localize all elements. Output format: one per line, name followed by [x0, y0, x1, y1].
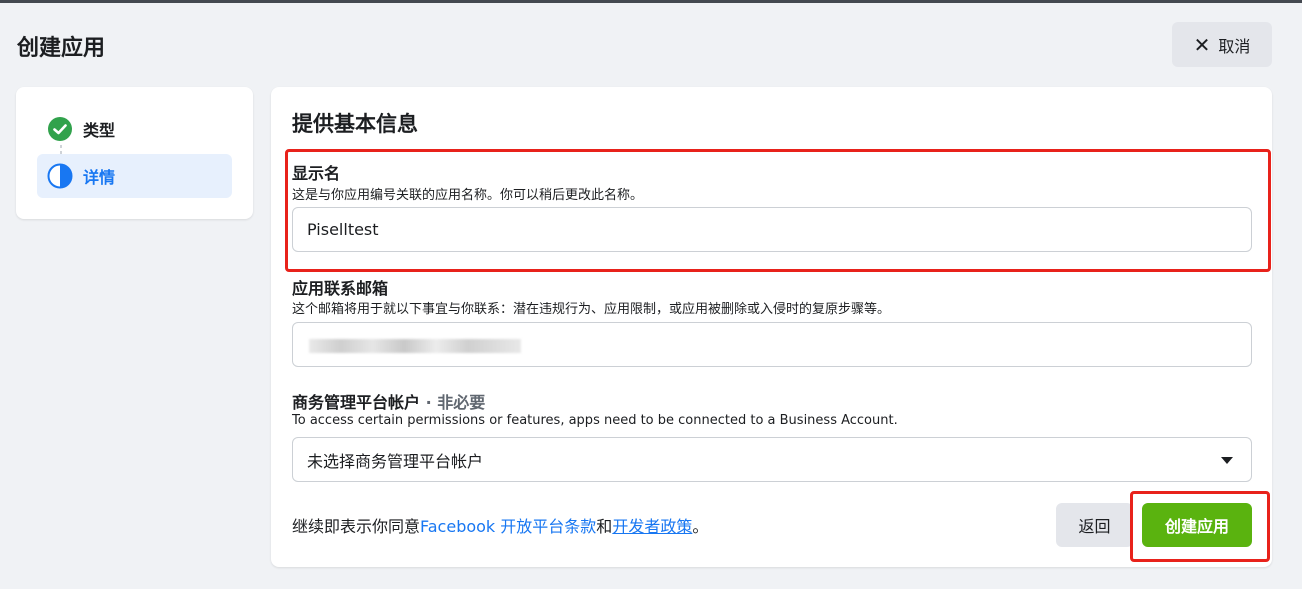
cancel-button[interactable]: ✕ 取消: [1172, 22, 1272, 67]
business-account-select[interactable]: 未选择商务管理平台帐户: [292, 437, 1252, 482]
steps-panel: 类型 详情: [16, 87, 253, 219]
page-title: 创建应用: [17, 36, 106, 61]
half-circle-icon: [47, 163, 73, 189]
close-icon: ✕: [1193, 32, 1211, 57]
redacted-email: [309, 339, 521, 353]
step-label: 类型: [83, 121, 116, 140]
create-app-button[interactable]: 创建应用: [1142, 503, 1252, 547]
details-form-card: 提供基本信息 显示名 这是与你应用编号关联的应用名称。你可以稍后更改此名称。 P…: [271, 87, 1272, 567]
terms-text: 继续即表示你同意Facebook 开放平台条款和开发者政策。: [292, 513, 708, 537]
optional-tag: · 非必要: [420, 393, 486, 412]
display-name-input[interactable]: Piselltest: [292, 207, 1252, 252]
terms-suffix: 。: [692, 517, 709, 536]
terms-and: 和: [596, 517, 613, 536]
step-label: 详情: [83, 168, 116, 187]
section-title: 提供基本信息: [292, 112, 418, 136]
step-type[interactable]: 类型: [37, 107, 232, 151]
display-name-label: 显示名: [292, 164, 341, 183]
business-account-selected: 未选择商务管理平台帐户: [307, 451, 484, 471]
business-account-help: To access certain permissions or feature…: [292, 413, 898, 428]
check-circle-icon: [47, 116, 73, 142]
contact-email-label: 应用联系邮箱: [292, 279, 389, 298]
cancel-label: 取消: [1218, 36, 1251, 56]
contact-email-help: 这个邮箱将用于就以下事宜与你联系：潜在违规行为、应用限制，或应用被删除或入侵时的…: [292, 302, 891, 317]
developer-policy-link[interactable]: 开发者政策: [612, 517, 692, 536]
contact-email-input[interactable]: [292, 322, 1252, 367]
caret-down-icon: [1221, 457, 1233, 464]
display-name-help: 这是与你应用编号关联的应用名称。你可以稍后更改此名称。: [292, 188, 644, 203]
terms-prefix: 继续即表示你同意: [292, 517, 421, 536]
top-border: [0, 0, 1302, 3]
business-account-label-text: 商务管理平台帐户: [292, 393, 421, 412]
business-account-label: 商务管理平台帐户 · 非必要: [292, 389, 485, 413]
platform-terms-link[interactable]: Facebook 开放平台条款: [420, 517, 596, 536]
display-name-value: Piselltest: [307, 220, 379, 239]
back-button[interactable]: 返回: [1056, 503, 1133, 547]
step-details[interactable]: 详情: [37, 154, 232, 198]
